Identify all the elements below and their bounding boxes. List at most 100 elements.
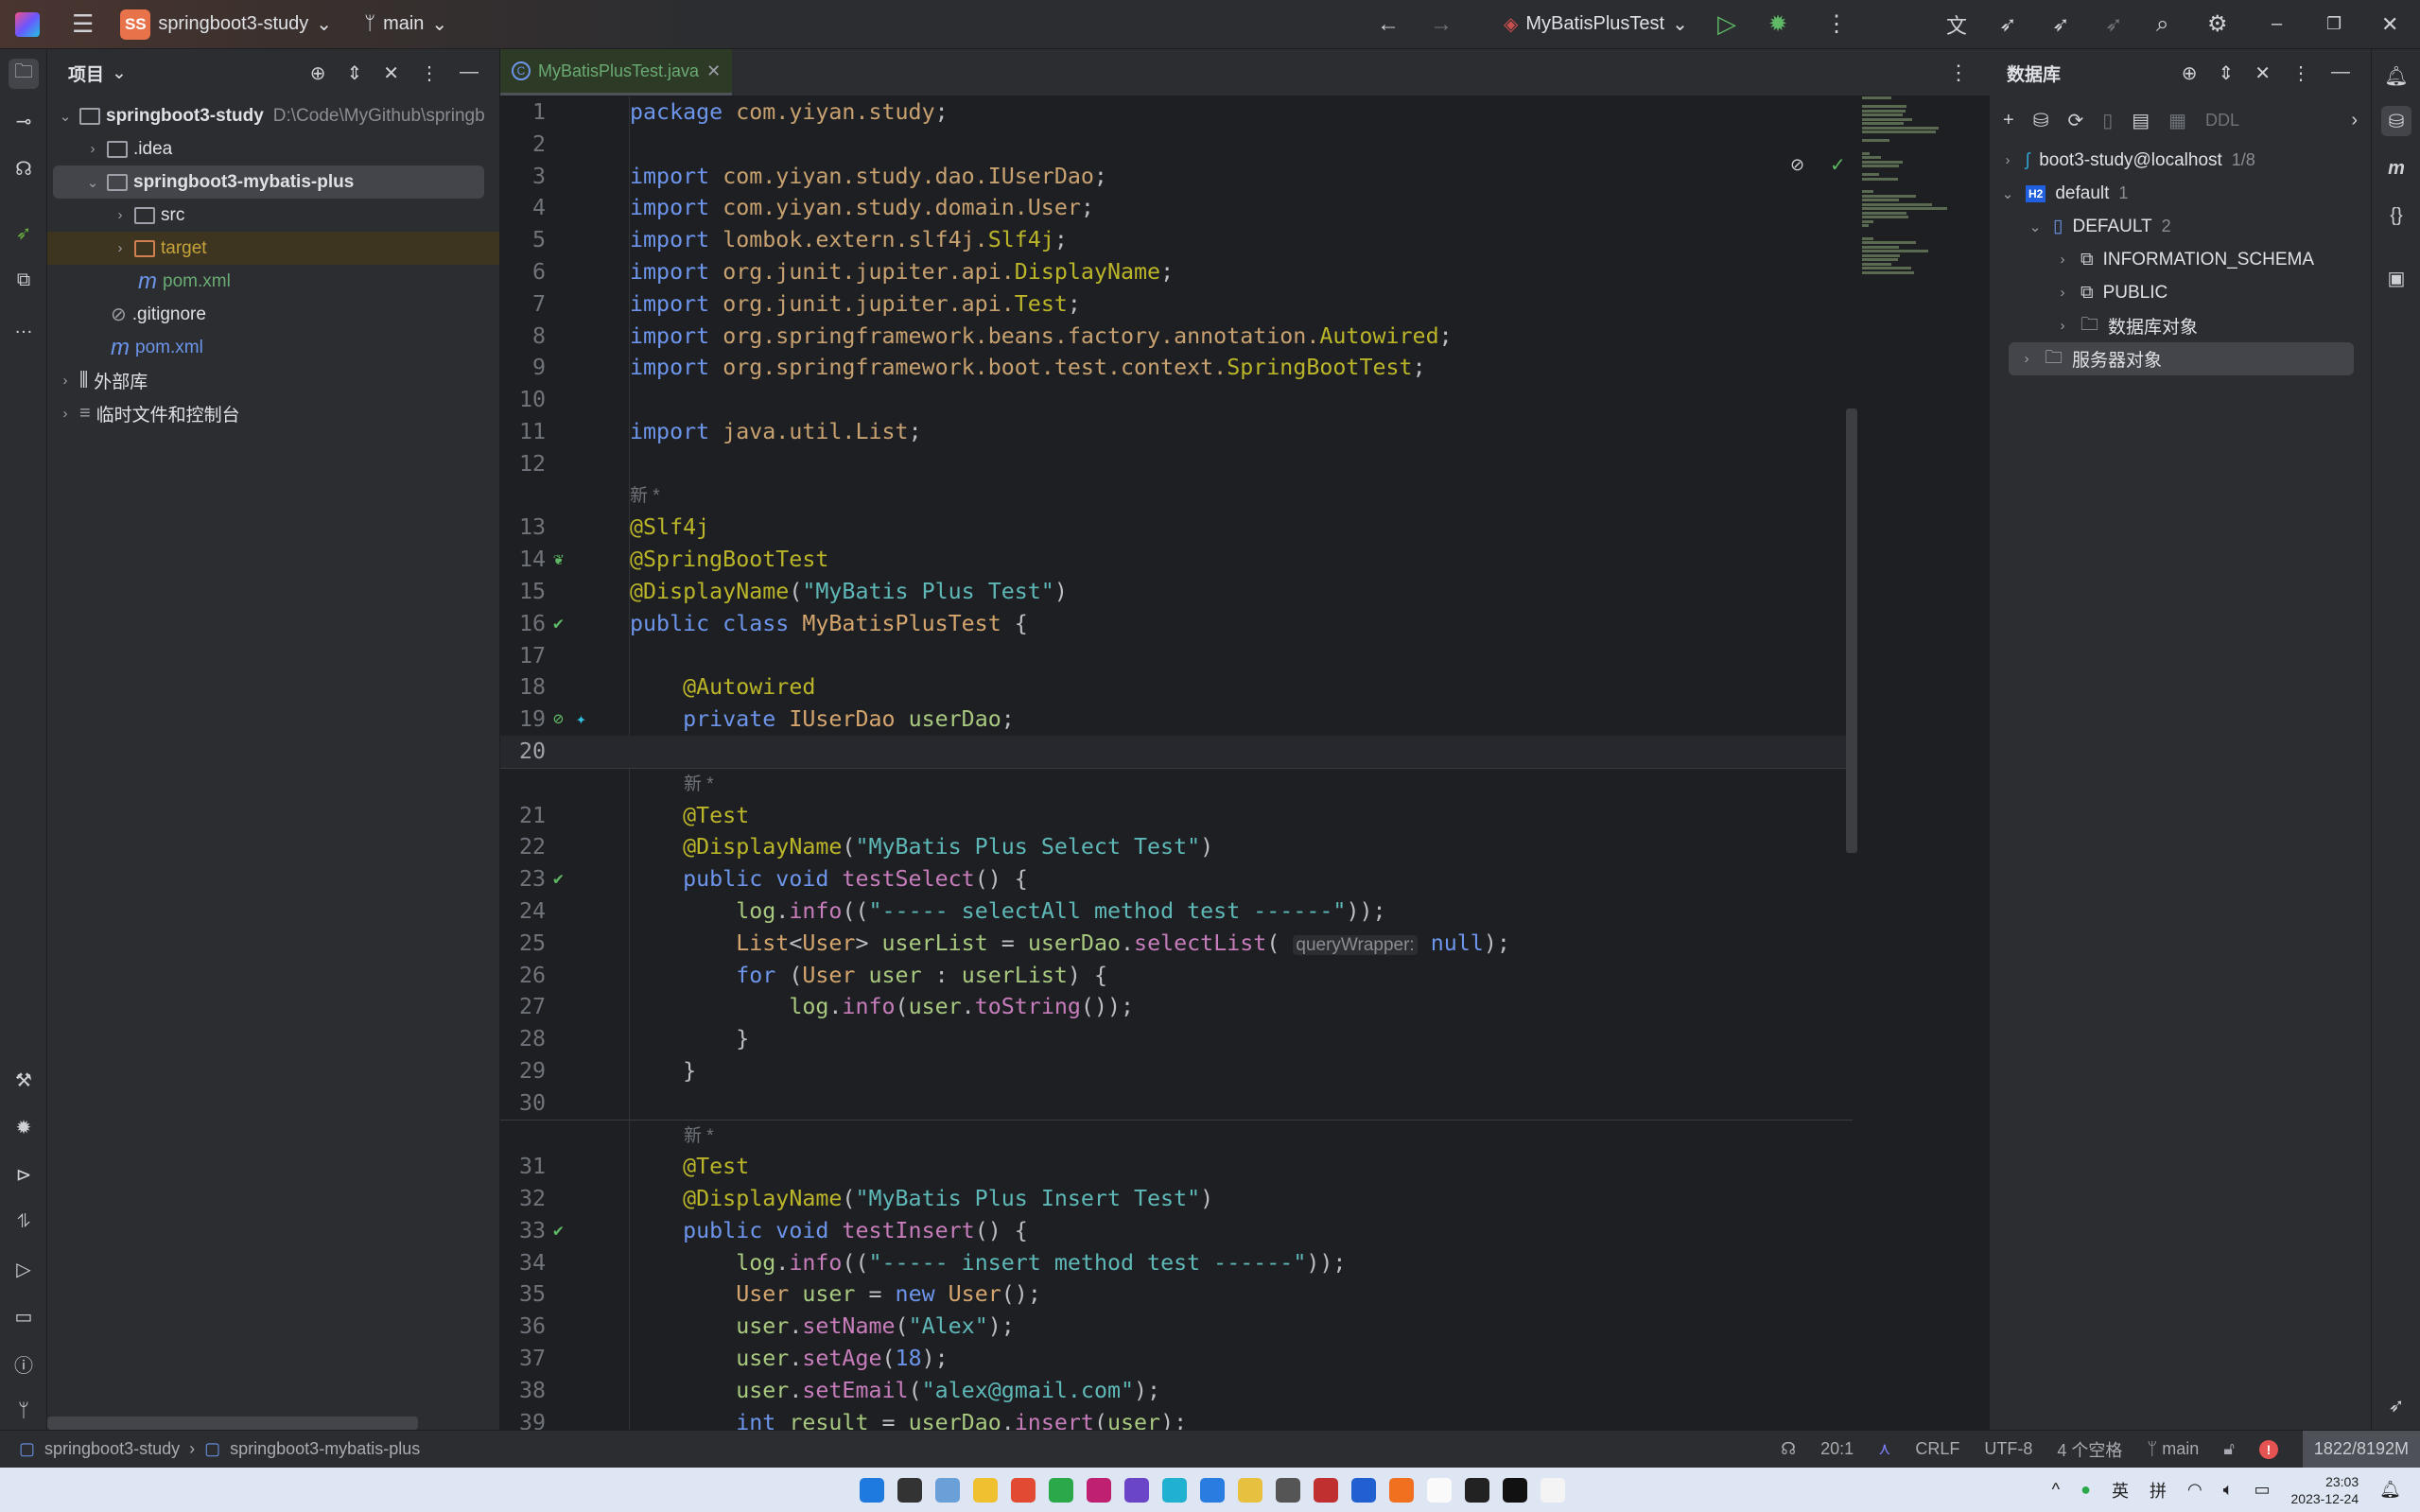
project-folder-icon[interactable]: 🗀 [9,59,39,89]
deploy-disabled-icon[interactable]: ➶ [2105,12,2122,37]
editor-options-icon[interactable]: ⋮ [1948,49,1969,96]
chrome-icon[interactable] [1011,1477,1036,1503]
ime-language[interactable]: 英 [2112,1478,2129,1503]
deploy-icon[interactable]: ➶ [1999,12,2016,37]
hide-panel-icon[interactable]: — [2331,61,2350,85]
ai-assistant-icon[interactable]: ⋏ [1878,1439,1890,1459]
datasource-properties-icon[interactable]: ⛁ [2033,109,2049,132]
run-icon[interactable]: ▷ [1717,9,1736,39]
run-test-icon[interactable]: ✔ [553,614,572,634]
forward-icon[interactable]: → [1430,11,1453,38]
reader-mode-icon[interactable]: ⊘ [1790,155,1804,175]
database-tree-item[interactable]: › ⧉ PUBLIC [1990,276,2371,309]
deploy-settings-icon[interactable]: ➶ [2052,12,2069,37]
file-explorer-icon[interactable] [973,1477,998,1503]
json-icon[interactable]: {} [2381,200,2411,231]
file-encoding[interactable]: UTF-8 [1984,1439,2032,1459]
terminal-icon[interactable] [897,1477,922,1503]
start-icon[interactable] [860,1477,884,1503]
branch-switcher[interactable]: ᛘ main ⌄ [364,12,447,36]
database-tree-item[interactable]: ⌄ ▯ DEFAULT 2 [1990,210,2371,243]
line-ending[interactable]: CRLF [1915,1439,1959,1459]
more-actions-icon[interactable]: ⋮ [1825,10,1848,38]
refresh-icon[interactable]: ⟳ [2067,109,2083,132]
options-icon[interactable]: ⋮ [2291,61,2310,85]
translation-tool-icon[interactable]: ▣ [2381,263,2411,293]
run-test-icon[interactable]: ✔ [553,870,572,889]
photos-icon[interactable] [935,1477,960,1503]
tree-item[interactable]: m pom.xml [47,331,499,364]
restore-icon[interactable]: ❐ [2326,14,2342,34]
tree-item[interactable]: m pom.xml [47,265,499,298]
run-config-selector[interactable]: ◈ MyBatisPlusTest ⌄ [1504,12,1688,36]
github-icon[interactable] [1503,1477,1527,1503]
spring-bean-icon[interactable]: ❦ [553,550,572,569]
tree-item[interactable]: › ⫼ 外部库 [47,364,499,397]
app-cyan-icon[interactable] [1162,1477,1187,1503]
readonly-lock-icon[interactable]: 🔓︎ [2223,1439,2235,1459]
terminal-icon[interactable]: ▭ [9,1301,39,1331]
mybatis-bird-icon[interactable]: ✦ [576,710,595,729]
locate-icon[interactable]: ⊕ [2182,61,2198,85]
problems-icon[interactable]: ⓘ [9,1348,39,1379]
project-panel-title[interactable]: 项目 [68,61,104,86]
intellij-idea-icon[interactable] [1087,1477,1111,1503]
maven-icon[interactable]: m [2381,153,2411,183]
back-icon[interactable]: ← [1377,11,1400,38]
collapse-all-icon[interactable]: ✕ [383,61,399,85]
breadcrumb-project[interactable]: springboot3-study [44,1439,180,1459]
table-view-icon[interactable]: ▦ [2168,109,2186,132]
tree-item[interactable]: ⌄ springboot3-mybatis-plus [53,165,484,199]
code-area[interactable]: 1 package com.yiyan.study; 2 3 import com.yi… [500,96,1853,1430]
vscode-icon[interactable] [1200,1477,1225,1503]
run-tool-icon[interactable]: ▷ [9,1254,39,1284]
volume-icon[interactable]: 🔈︎ [2223,1480,2234,1500]
chevron-right-icon[interactable]: › [1999,152,2016,168]
ime-mode[interactable]: 拼 [2150,1478,2167,1503]
tree-item[interactable]: › src [47,199,499,232]
chevron-right-icon[interactable]: › [84,141,101,157]
more-tools-icon[interactable]: … [9,312,39,342]
app-purple-icon[interactable] [1124,1477,1149,1503]
hide-panel-icon[interactable]: — [460,61,479,85]
settings-gear-icon[interactable]: ⚙ [2207,10,2228,38]
wifi-icon[interactable]: ◠ [2187,1480,2202,1500]
translate-icon[interactable]: 文 [1946,9,1967,40]
chevron-down-icon[interactable]: ⌄ [2027,218,2044,235]
app-panda-icon[interactable] [1276,1477,1300,1503]
debug-icon[interactable]: ✹ [1768,10,1787,38]
main-menu-icon[interactable]: ☰ [72,9,94,39]
project-switcher[interactable]: SS springboot3-study ⌄ [120,9,332,40]
typora-icon[interactable] [1427,1477,1452,1503]
horizontal-scrollbar[interactable] [47,1416,418,1430]
tree-item[interactable]: › ≡ 临时文件和控制台 [47,397,499,430]
autowired-bean-icon[interactable]: ⊘ [553,710,572,729]
database-tree-item[interactable]: › ⧉ INFORMATION_SCHEMA [1990,243,2371,276]
vertical-scrollbar[interactable] [1846,408,1857,853]
debug-tool-icon[interactable]: ✹ [9,1112,39,1142]
tree-item[interactable]: › target [47,232,499,265]
wechat-icon[interactable] [1049,1477,1073,1503]
structure-icon[interactable]: ⧉ [9,265,39,295]
close-tab-icon[interactable]: ✕ [706,61,721,81]
chevron-right-icon[interactable]: › [112,240,129,256]
expand-all-icon[interactable]: ⇕ [2218,61,2234,85]
locate-icon[interactable]: ⊕ [310,61,326,85]
author-inlay-hint[interactable]: 新 * [630,480,660,513]
tree-item[interactable]: ⌄ springboot3-study D:\Code\MyGithub\sprin… [47,99,499,132]
chevron-right-icon[interactable]: › [2054,318,2071,334]
tab-mybatisplustest-java[interactable]: C MyBatisPlusTest.java ✕ [500,49,733,96]
build-hammer-icon[interactable]: ⚒ [9,1065,39,1095]
intellij-logo-icon[interactable] [15,11,40,37]
database-tool-icon[interactable]: ⛁ [2381,106,2411,136]
run-test-icon[interactable]: ✔ [553,1221,572,1241]
expand-all-icon[interactable]: ⇕ [346,61,362,85]
disconnect-icon[interactable]: ▯ [2102,109,2113,132]
wechat-tray-icon[interactable]: ● [2081,1480,2091,1500]
chevron-down-icon[interactable]: ⌄ [57,108,74,125]
error-indicator-icon[interactable]: ! [2258,1439,2278,1459]
collapse-all-icon[interactable]: ✕ [2255,61,2271,85]
app-blue-icon[interactable] [1351,1477,1376,1503]
commit-icon[interactable]: ⊸ [9,106,39,136]
app-red-icon[interactable] [1314,1477,1338,1503]
